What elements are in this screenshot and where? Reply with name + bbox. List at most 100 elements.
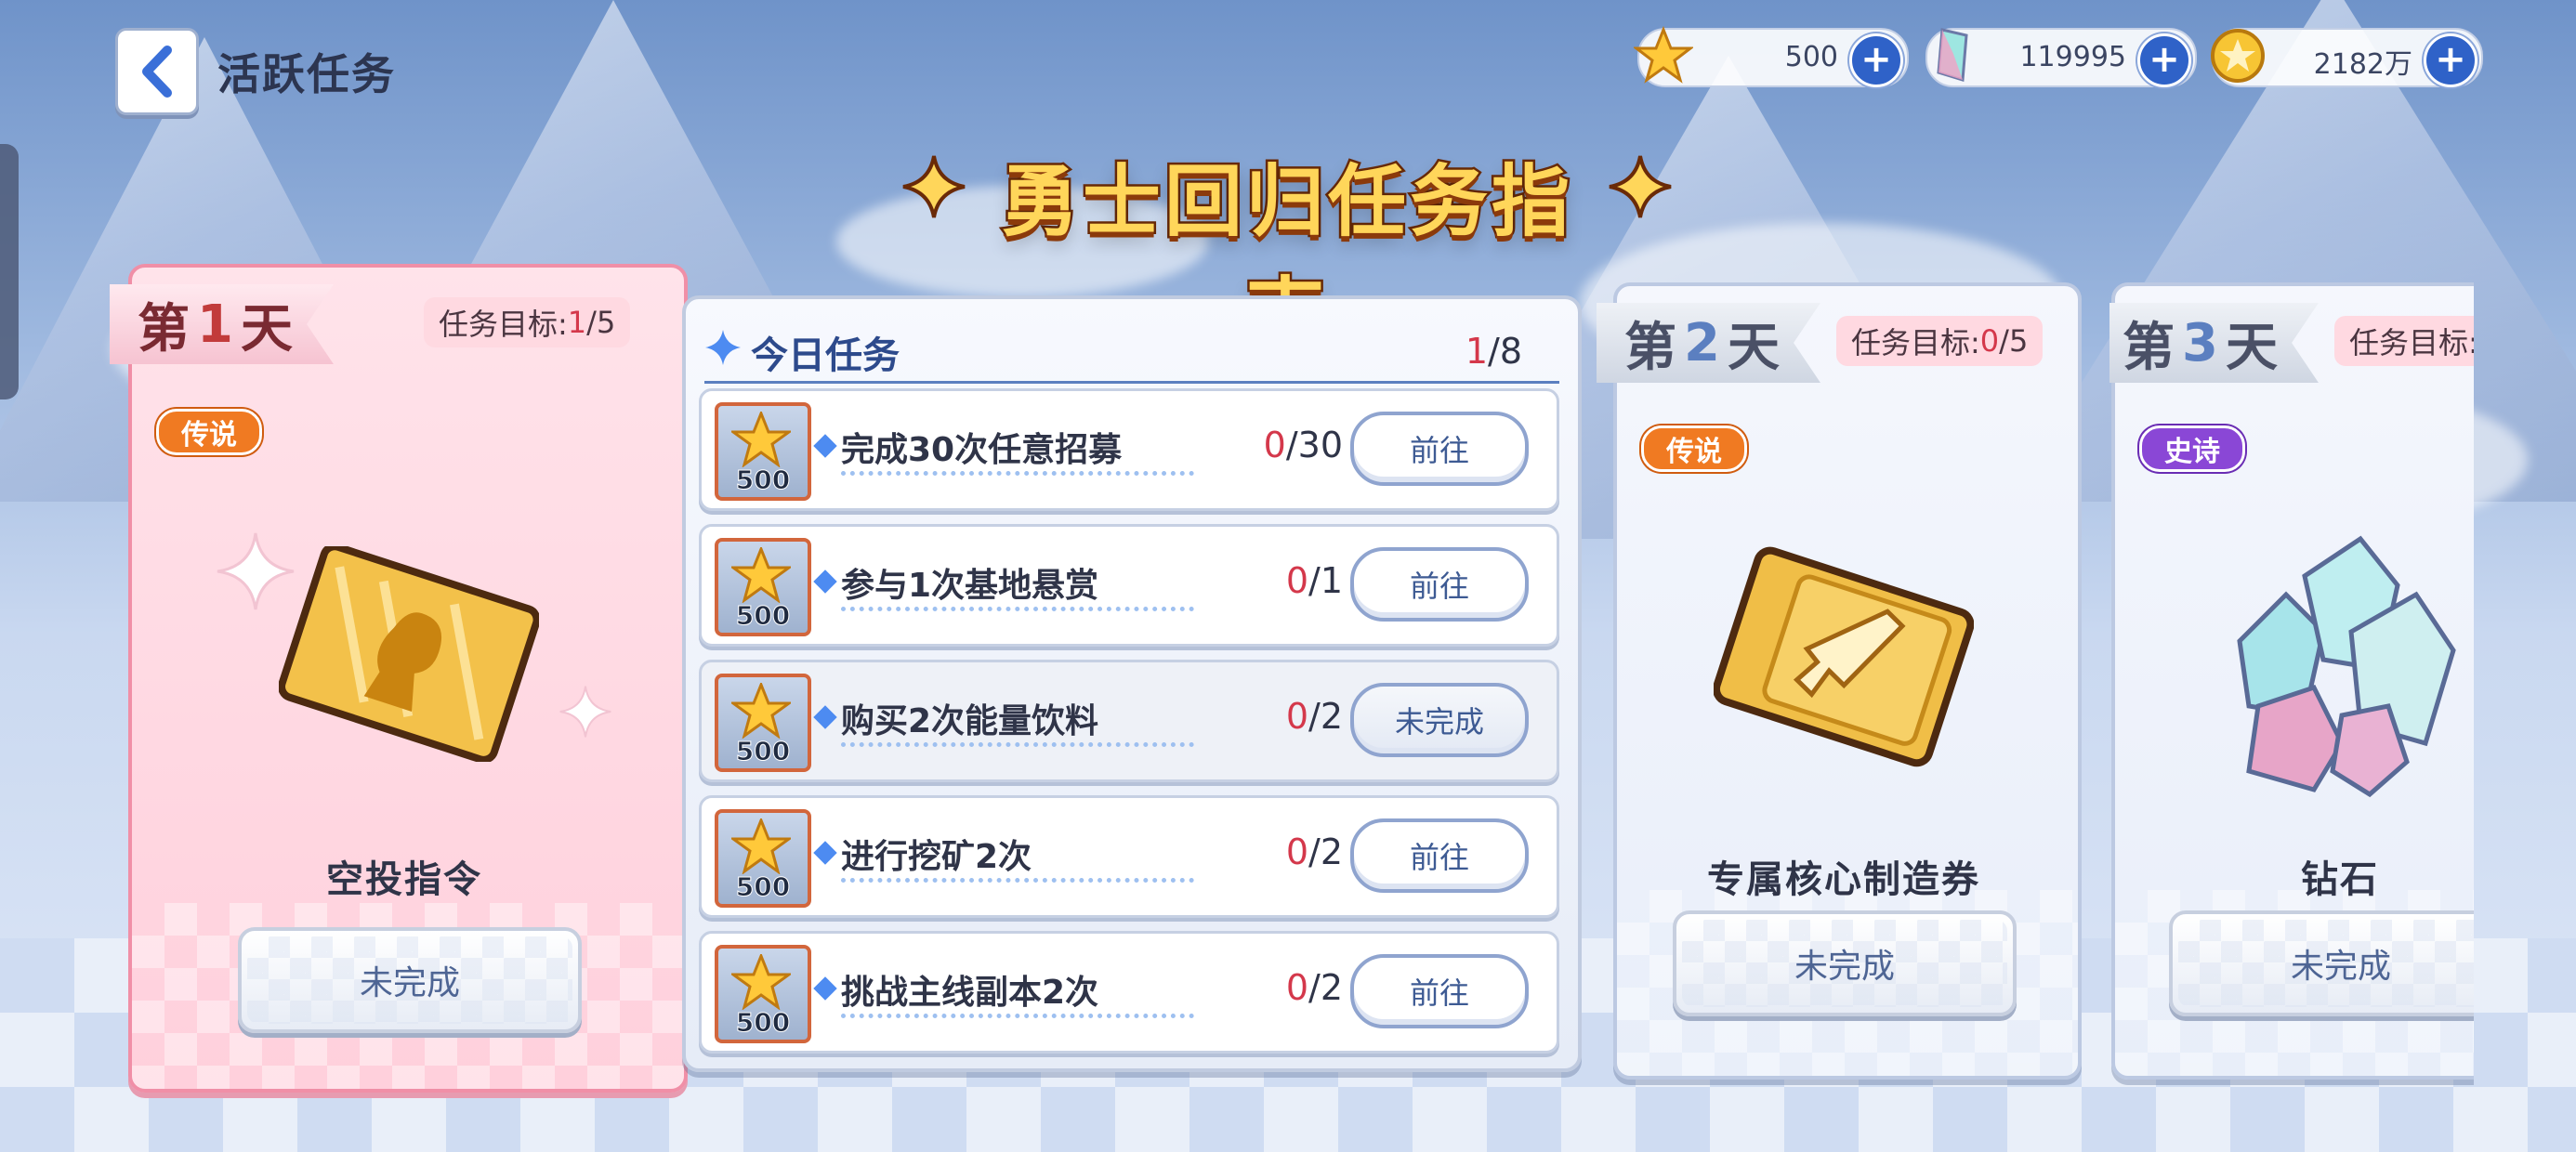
side-drawer-handle[interactable] [0, 144, 19, 399]
day-2-goal: 任务目标: 0/5 [1836, 316, 2044, 366]
gold-coin-icon [2211, 29, 2265, 83]
task-title: 今日任务 [751, 334, 900, 377]
add-star-button[interactable]: + [1849, 33, 1903, 87]
progress-total: /30 [1285, 425, 1343, 465]
task-text: 完成30次任意招募 [841, 431, 1123, 469]
crystal-icon [1937, 28, 1968, 82]
currency-star: 500 + [1634, 26, 1909, 87]
task-text: 参与1次基地悬赏 [841, 567, 1099, 605]
rarity-badge-legend: 传说 [156, 409, 262, 455]
day-3-goal: 任务目标: [2334, 316, 2474, 366]
reward-name: 专属核心制造券 [1707, 858, 1980, 901]
reward-star-icon: 500 [715, 809, 811, 908]
task-count: 1/8 [1465, 331, 1522, 372]
status-label: 未完成 [359, 964, 460, 1002]
task-done-count: 1 [1465, 331, 1489, 372]
progress-done: 0 [1285, 560, 1309, 601]
star-amount: 500 [1784, 41, 1838, 73]
progress-total: /2 [1308, 967, 1343, 1008]
reward-star-icon: 500 [715, 402, 811, 501]
back-button[interactable] [115, 28, 199, 115]
goal-total: /5 [586, 305, 616, 340]
go-button[interactable]: 前往 [1350, 818, 1529, 893]
task-header: 今日任务 1/8 [704, 316, 1559, 384]
reward-amount: 500 [735, 600, 791, 632]
day-1-status-button[interactable]: 未完成 [238, 927, 582, 1033]
day-prefix: 第 [1624, 317, 1680, 378]
day-number: 3 [2182, 312, 2222, 373]
day-3-status-button[interactable]: 未完成 [2169, 910, 2474, 1016]
task-row: 500 完成30次任意招募 0/30 前往 [699, 388, 1559, 511]
reward-star-icon: 500 [715, 945, 811, 1043]
goal-label: 任务目标: [439, 307, 568, 342]
go-button[interactable]: 前往 [1350, 954, 1529, 1028]
diamond-bullet-icon [813, 976, 837, 1001]
task-progress: 0/2 [1286, 696, 1343, 737]
diamond-bullet-icon [813, 434, 837, 458]
day-3-ribbon: 第3天 [2109, 303, 2319, 383]
goal-label: 任务目标: [1851, 325, 1980, 360]
day-prefix: 第 [2123, 317, 2178, 378]
day-card-3-viewport: 第3天 任务目标: 史诗 钻石 未完成 [2109, 279, 2474, 1087]
reward-name: 钻石 [2301, 858, 2379, 901]
page-title: 活跃任务 [217, 49, 396, 99]
diamond-gems-icon [2237, 535, 2456, 798]
diamond-bullet-icon [813, 705, 837, 729]
task-text: 进行挖矿2次 [841, 838, 1032, 876]
task-progress: 0/2 [1286, 967, 1343, 1008]
dotted-divider [841, 607, 1194, 611]
progress-done: 0 [1285, 831, 1309, 872]
sparkle-icon [1609, 155, 1672, 218]
progress-total: /2 [1308, 696, 1343, 737]
sparkle-icon [559, 686, 611, 738]
add-gold-button[interactable]: + [2424, 33, 2477, 87]
day-number: 1 [197, 294, 237, 355]
chevron-left-icon [142, 46, 172, 98]
goal-total: /5 [1999, 323, 2029, 359]
weapon-core-ticket-icon [1714, 546, 1974, 767]
status-label: 未完成 [1794, 948, 1895, 986]
progress-done: 0 [1285, 696, 1309, 737]
task-progress: 0/1 [1286, 560, 1343, 601]
day-2-ribbon: 第2天 [1597, 303, 1820, 383]
task-row: 500 进行挖矿2次 0/2 前往 [699, 795, 1559, 918]
dotted-divider [841, 471, 1194, 476]
dotted-divider [841, 878, 1194, 883]
reward-amount: 500 [735, 465, 791, 496]
gold-amount: 2182万 [2313, 48, 2412, 81]
dotted-divider [841, 742, 1194, 747]
diamond-bullet-icon [813, 841, 837, 865]
day-2-status-button[interactable]: 未完成 [1673, 910, 2017, 1016]
currency-gold: 2182万 + [2211, 28, 2483, 87]
incomplete-button[interactable]: 未完成 [1350, 683, 1529, 757]
reward-star-icon: 500 [715, 674, 811, 772]
task-row: 500 购买2次能量饮料 0/2 未完成 [699, 660, 1559, 782]
sparkle-icon [705, 330, 741, 365]
task-text: 挑战主线副本2次 [841, 974, 1099, 1012]
diamond-bullet-icon [813, 569, 837, 594]
rarity-badge-legend: 传说 [1641, 425, 1747, 472]
task-progress: 0/2 [1286, 831, 1343, 872]
reward-name: 空投指令 [326, 858, 482, 901]
currency-crystal: 119995 + [1925, 28, 2197, 87]
crystal-amount: 119995 [2019, 41, 2126, 73]
sparkle-icon [902, 155, 966, 218]
task-row: 500 挑战主线副本2次 0/2 前往 [699, 931, 1559, 1054]
task-row: 500 参与1次基地悬赏 0/1 前往 [699, 524, 1559, 647]
rarity-badge-epic: 史诗 [2139, 425, 2245, 472]
task-total-count: /8 [1488, 331, 1522, 372]
day-1-goal: 任务目标: 1/5 [424, 297, 631, 347]
reward-amount: 500 [735, 871, 791, 903]
task-progress: 0/30 [1264, 425, 1343, 465]
event-banner: 勇士回归任务指南 [892, 130, 1682, 362]
go-button[interactable]: 前往 [1350, 547, 1529, 622]
progress-total: /1 [1308, 560, 1343, 601]
reward-amount: 500 [735, 1007, 791, 1039]
day-suffix: 天 [1727, 317, 1783, 378]
goal-label: 任务目标: [2349, 325, 2474, 360]
task-text: 购买2次能量饮料 [841, 702, 1099, 740]
status-label: 未完成 [2290, 948, 2391, 986]
progress-done: 0 [1263, 425, 1286, 465]
add-crystal-button[interactable]: + [2137, 33, 2191, 87]
go-button[interactable]: 前往 [1350, 412, 1529, 486]
